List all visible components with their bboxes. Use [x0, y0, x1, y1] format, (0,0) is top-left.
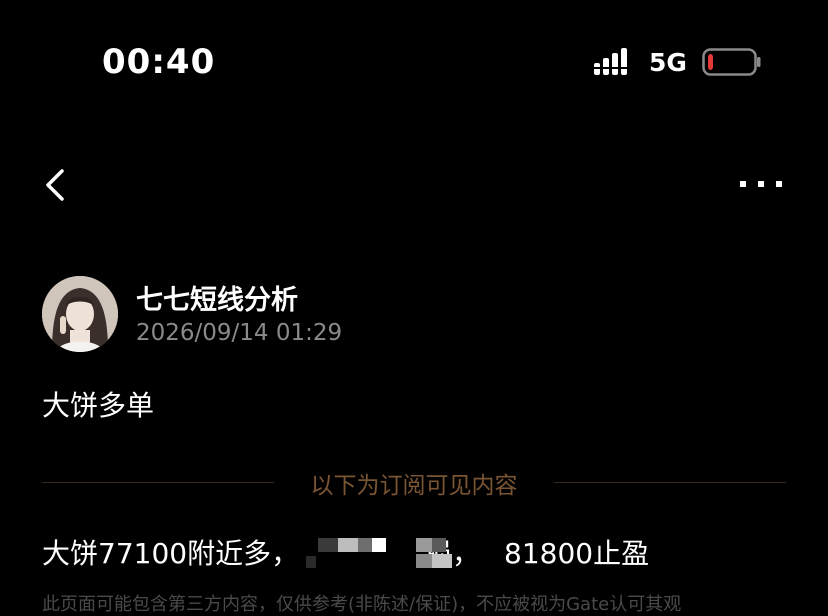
author-header: 七七短线分析 2026/09/14 01:29 [42, 276, 782, 356]
back-chevron-icon[interactable] [40, 165, 72, 205]
avatar-image [42, 276, 118, 352]
battery-icon [702, 48, 761, 76]
divider-line-right [554, 482, 786, 483]
post-timestamp: 2026/09/14 01:29 [136, 320, 343, 346]
network-type: 5G [649, 48, 687, 77]
post-title: 大饼多单 [42, 389, 155, 422]
avatar[interactable] [42, 276, 118, 352]
author-name[interactable]: 七七短线分析 [136, 278, 298, 317]
redacted-blur [306, 538, 452, 568]
status-time: 00:40 [102, 42, 216, 82]
disclaimer-text: 此页面可能包含第三方内容，仅供参考(非陈述/保证)，不应被视为Gate认可其观 [42, 594, 682, 615]
status-bar: 00:40 5G [0, 0, 828, 120]
subscription-divider-label: 以下为订阅可见内容 [310, 473, 518, 499]
navigation-bar [0, 150, 828, 220]
subscription-divider: 以下为订阅可见内容 [42, 466, 786, 500]
battery-level-fill [708, 54, 713, 70]
more-dots-icon[interactable] [738, 174, 784, 194]
divider-line-left [42, 482, 274, 483]
content-text-prefix: 大饼77100附近多， [42, 537, 300, 570]
signal-icon [594, 48, 636, 75]
content-text-suffix: 81800止盈 [504, 537, 650, 570]
